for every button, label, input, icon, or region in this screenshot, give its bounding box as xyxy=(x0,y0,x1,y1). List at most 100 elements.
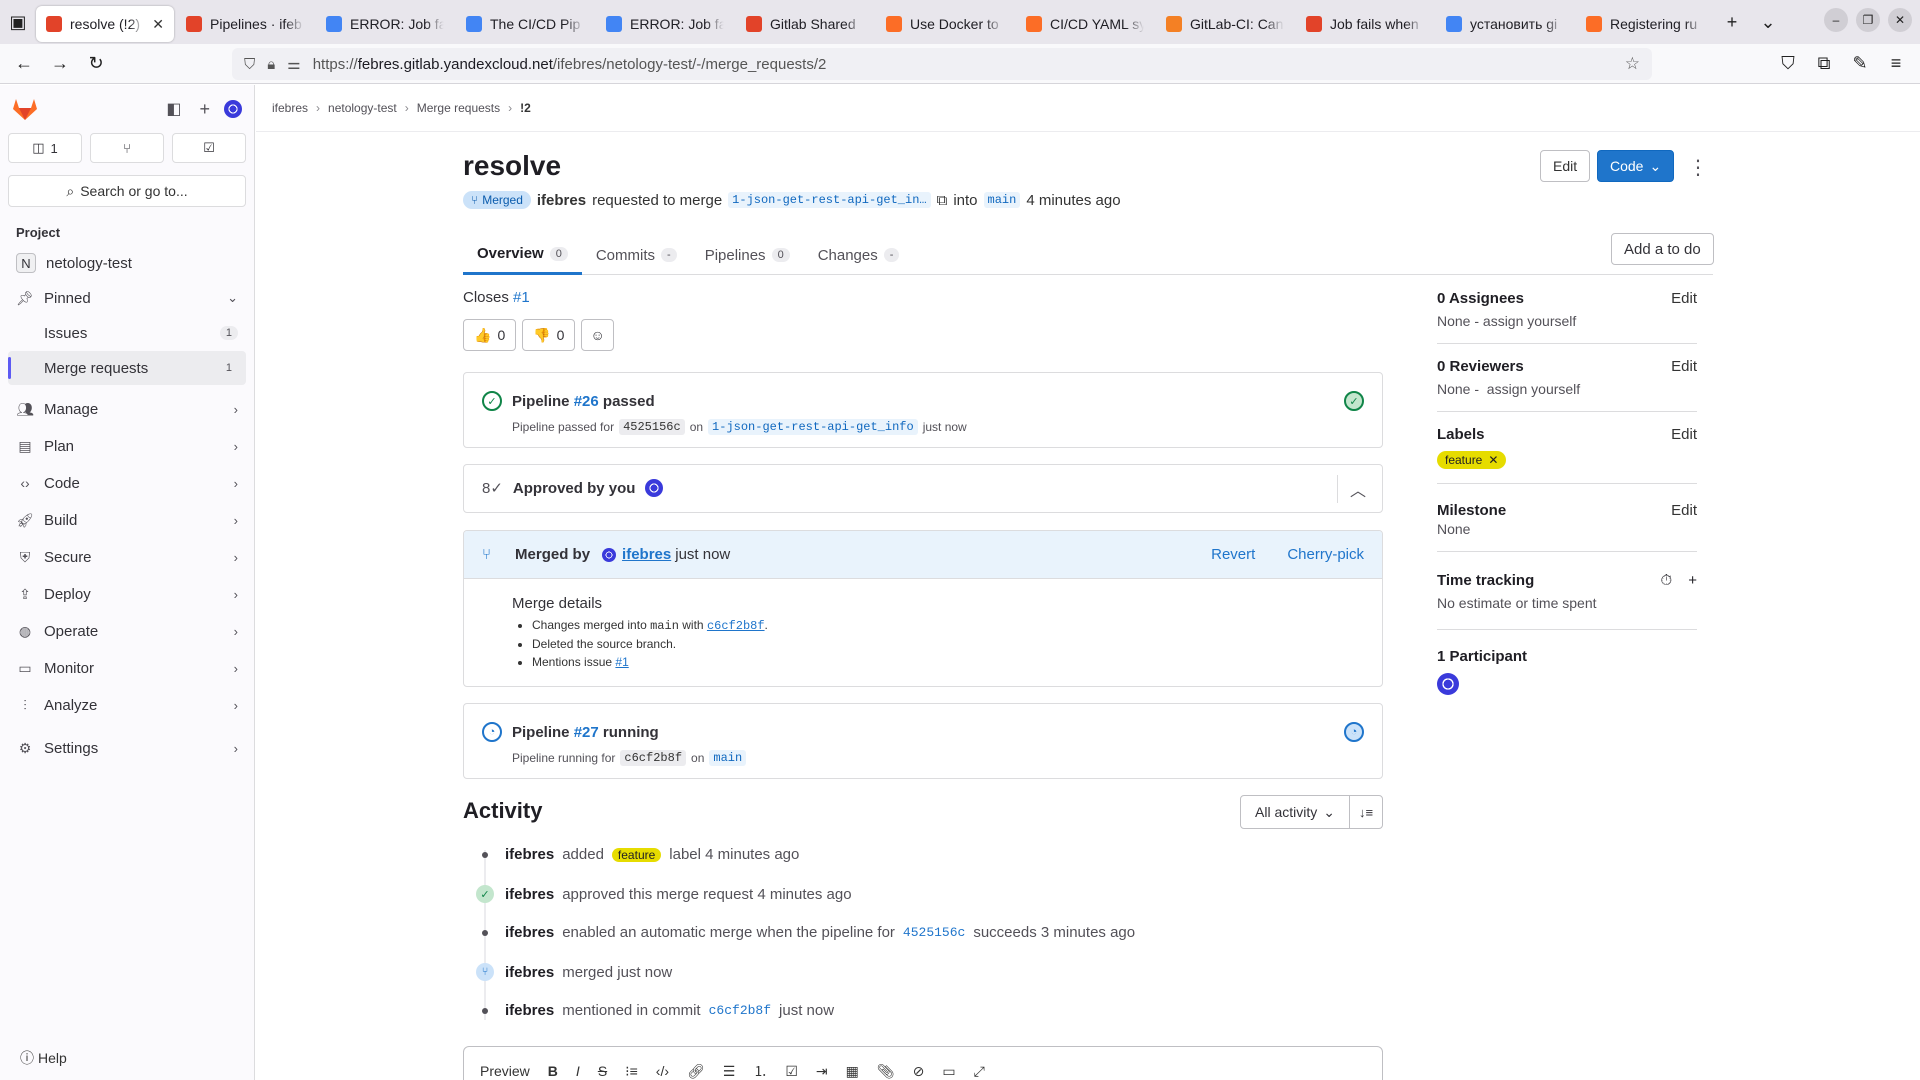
collapse-sidebar-icon[interactable]: ◧ xyxy=(166,99,181,119)
stopwatch-icon[interactable]: ⏱ xyxy=(1661,572,1673,589)
add-reaction-button[interactable]: ☺ xyxy=(581,319,614,351)
edit-reviewers-button[interactable]: Edit xyxy=(1671,358,1697,375)
activity-label[interactable]: feature xyxy=(611,847,662,862)
table-icon[interactable]: ▦ xyxy=(846,1063,859,1080)
sidebar-item-deploy[interactable]: ⇪ Deploy › xyxy=(8,576,246,612)
pipeline-branch[interactable]: 1-json-get-rest-api-get_info xyxy=(708,419,918,435)
user-avatar[interactable] xyxy=(224,100,242,118)
merge-commit-link[interactable]: c6cf2b8f xyxy=(707,619,765,633)
edit-assignees-button[interactable]: Edit xyxy=(1671,290,1697,307)
browser-tab[interactable]: resolve (!2) ✕ xyxy=(36,6,174,42)
indent-icon[interactable]: ⇥ xyxy=(816,1063,828,1080)
edit-mr-button[interactable]: Edit xyxy=(1540,150,1591,182)
sidebar-item-issues[interactable]: Issues 1 xyxy=(8,316,246,350)
reload-icon[interactable]: ↻ xyxy=(78,48,114,80)
task-list-icon[interactable]: ☑ xyxy=(785,1063,798,1080)
numbered-list-icon[interactable]: ⒈ xyxy=(753,1061,767,1080)
remove-label-icon[interactable]: ✕ xyxy=(1488,453,1498,467)
pipeline-id-link[interactable]: #27 xyxy=(574,724,599,741)
add-time-icon[interactable]: + xyxy=(1688,572,1697,589)
running-icon[interactable]: ◔ xyxy=(482,722,502,742)
italic-icon[interactable]: I xyxy=(576,1063,580,1079)
check-circle-icon[interactable]: ✓ xyxy=(1344,391,1364,411)
minimize-icon[interactable]: – xyxy=(1824,8,1848,32)
todos-counter[interactable]: ☑ xyxy=(172,133,246,163)
reviewers-value[interactable]: None - assign yourself xyxy=(1437,381,1697,397)
pipeline-id-link[interactable]: #26 xyxy=(574,393,599,410)
menu-icon[interactable]: ≡ xyxy=(1878,48,1914,80)
mentioned-issue-link[interactable]: #1 xyxy=(615,655,628,669)
author-link[interactable]: ifebres xyxy=(537,192,586,209)
activity-user[interactable]: ifebres xyxy=(505,846,554,863)
browser-tab[interactable]: Use Docker to xyxy=(876,6,1014,42)
bullet-list-icon[interactable]: ☰ xyxy=(723,1063,736,1080)
commit-link[interactable]: 4525156c xyxy=(903,925,965,940)
permissions-icon[interactable]: ⚌ xyxy=(287,55,300,73)
browser-tab[interactable]: Job fails when xyxy=(1296,6,1434,42)
issues-counter[interactable]: ◫ 1 xyxy=(8,133,82,163)
browser-tab[interactable]: Pipelines · ifeb xyxy=(176,6,314,42)
forward-icon[interactable]: → xyxy=(42,48,78,80)
copy-icon[interactable]: ⧉ xyxy=(937,192,948,209)
sidebar-item-pinned[interactable]: 📌︎ Pinned ⌄ xyxy=(8,281,246,315)
target-branch[interactable]: main xyxy=(983,192,1021,208)
lock-icon[interactable]: 🔒︎ xyxy=(267,56,275,73)
bookmark-star-icon[interactable]: ☆ xyxy=(1625,54,1640,74)
close-tab-icon[interactable]: ✕ xyxy=(152,16,164,33)
search-button[interactable]: ⌕ Search or go to... xyxy=(8,175,246,207)
comment-icon[interactable]: ▭ xyxy=(942,1063,955,1080)
participant-avatar[interactable] xyxy=(1437,673,1459,695)
link-icon[interactable]: 🔗︎ xyxy=(687,1063,705,1080)
shield-icon[interactable]: ⛉ xyxy=(244,56,255,73)
commit-sha[interactable]: 4525156c xyxy=(619,419,685,435)
heading-icon[interactable]: ⁝≡ xyxy=(625,1063,638,1080)
more-actions-icon[interactable]: ⋮ xyxy=(1688,155,1708,180)
breadcrumb-item[interactable]: Merge requests xyxy=(417,101,500,115)
activity-user[interactable]: ifebres xyxy=(505,924,554,941)
source-branch[interactable]: 1-json-get-rest-api-get_in… xyxy=(728,192,931,208)
quick-action-icon[interactable]: ⊘ xyxy=(913,1063,925,1080)
activity-filter-dropdown[interactable]: All activity ⌄ xyxy=(1241,796,1350,828)
pocket-icon[interactable]: ⛉ xyxy=(1770,48,1806,80)
sidebar-item-settings[interactable]: ⚙ Settings › xyxy=(8,731,246,765)
code-icon[interactable]: ‹/› xyxy=(656,1063,669,1079)
create-new-icon[interactable]: + xyxy=(199,99,210,120)
revert-button[interactable]: Revert xyxy=(1211,546,1255,563)
sidebar-item-monitor[interactable]: ▭ Monitor › xyxy=(8,650,246,686)
commit-link[interactable]: c6cf2b8f xyxy=(709,1003,771,1018)
chevron-up-icon[interactable]: ︿ xyxy=(1350,477,1366,501)
assignees-value[interactable]: None - assign yourself xyxy=(1437,313,1697,329)
pipeline-branch[interactable]: main xyxy=(709,750,747,766)
sort-order-icon[interactable]: ↓≡ xyxy=(1350,796,1382,828)
sidebar-item-build[interactable]: 🚀︎ Build › xyxy=(8,502,246,538)
check-circle-icon[interactable]: ✓ xyxy=(482,391,502,411)
edit-labels-button[interactable]: Edit xyxy=(1671,426,1697,443)
url-bar[interactable]: ⛉ 🔒︎ ⚌ https://febres.gitlab.yandexcloud… xyxy=(232,48,1652,80)
bold-icon[interactable]: B xyxy=(548,1063,558,1079)
strikethrough-icon[interactable]: S xyxy=(598,1063,607,1079)
tab-changes[interactable]: Changes - xyxy=(804,235,914,275)
merge-requests-counter[interactable]: ⑂ xyxy=(90,133,164,163)
running-icon[interactable]: ◔ xyxy=(1344,722,1364,742)
restore-icon[interactable]: ❐ xyxy=(1856,8,1880,32)
add-todo-button[interactable]: Add a to do xyxy=(1611,233,1714,265)
breadcrumb-item[interactable]: ifebres xyxy=(272,101,308,115)
browser-tab[interactable]: установить gi xyxy=(1436,6,1574,42)
breadcrumb-item[interactable]: !2 xyxy=(520,101,531,115)
merger-link[interactable]: ifebres xyxy=(622,546,671,563)
closes-issue-link[interactable]: #1 xyxy=(513,289,530,306)
activity-user[interactable]: ifebres xyxy=(505,1002,554,1019)
sidebar-item-operate[interactable]: ◍ Operate › xyxy=(8,613,246,649)
tab-commits[interactable]: Commits - xyxy=(582,235,691,275)
close-window-icon[interactable]: ✕ xyxy=(1888,8,1912,32)
browser-tab[interactable]: Gitlab Shared xyxy=(736,6,874,42)
browser-tab[interactable]: GitLab-CI: Can xyxy=(1156,6,1294,42)
merger-avatar[interactable] xyxy=(602,547,617,562)
new-tab-icon[interactable]: + xyxy=(1714,4,1750,40)
sidebar-item-project[interactable]: Nnetology-test xyxy=(8,246,246,280)
code-dropdown-button[interactable]: Code ⌄ xyxy=(1597,150,1675,182)
tab-overflow-chevron-icon[interactable]: ⌄ xyxy=(1750,4,1786,40)
cherry-pick-button[interactable]: Cherry-pick xyxy=(1287,546,1364,563)
activity-user[interactable]: ifebres xyxy=(505,886,554,903)
approver-avatar[interactable] xyxy=(645,479,664,497)
